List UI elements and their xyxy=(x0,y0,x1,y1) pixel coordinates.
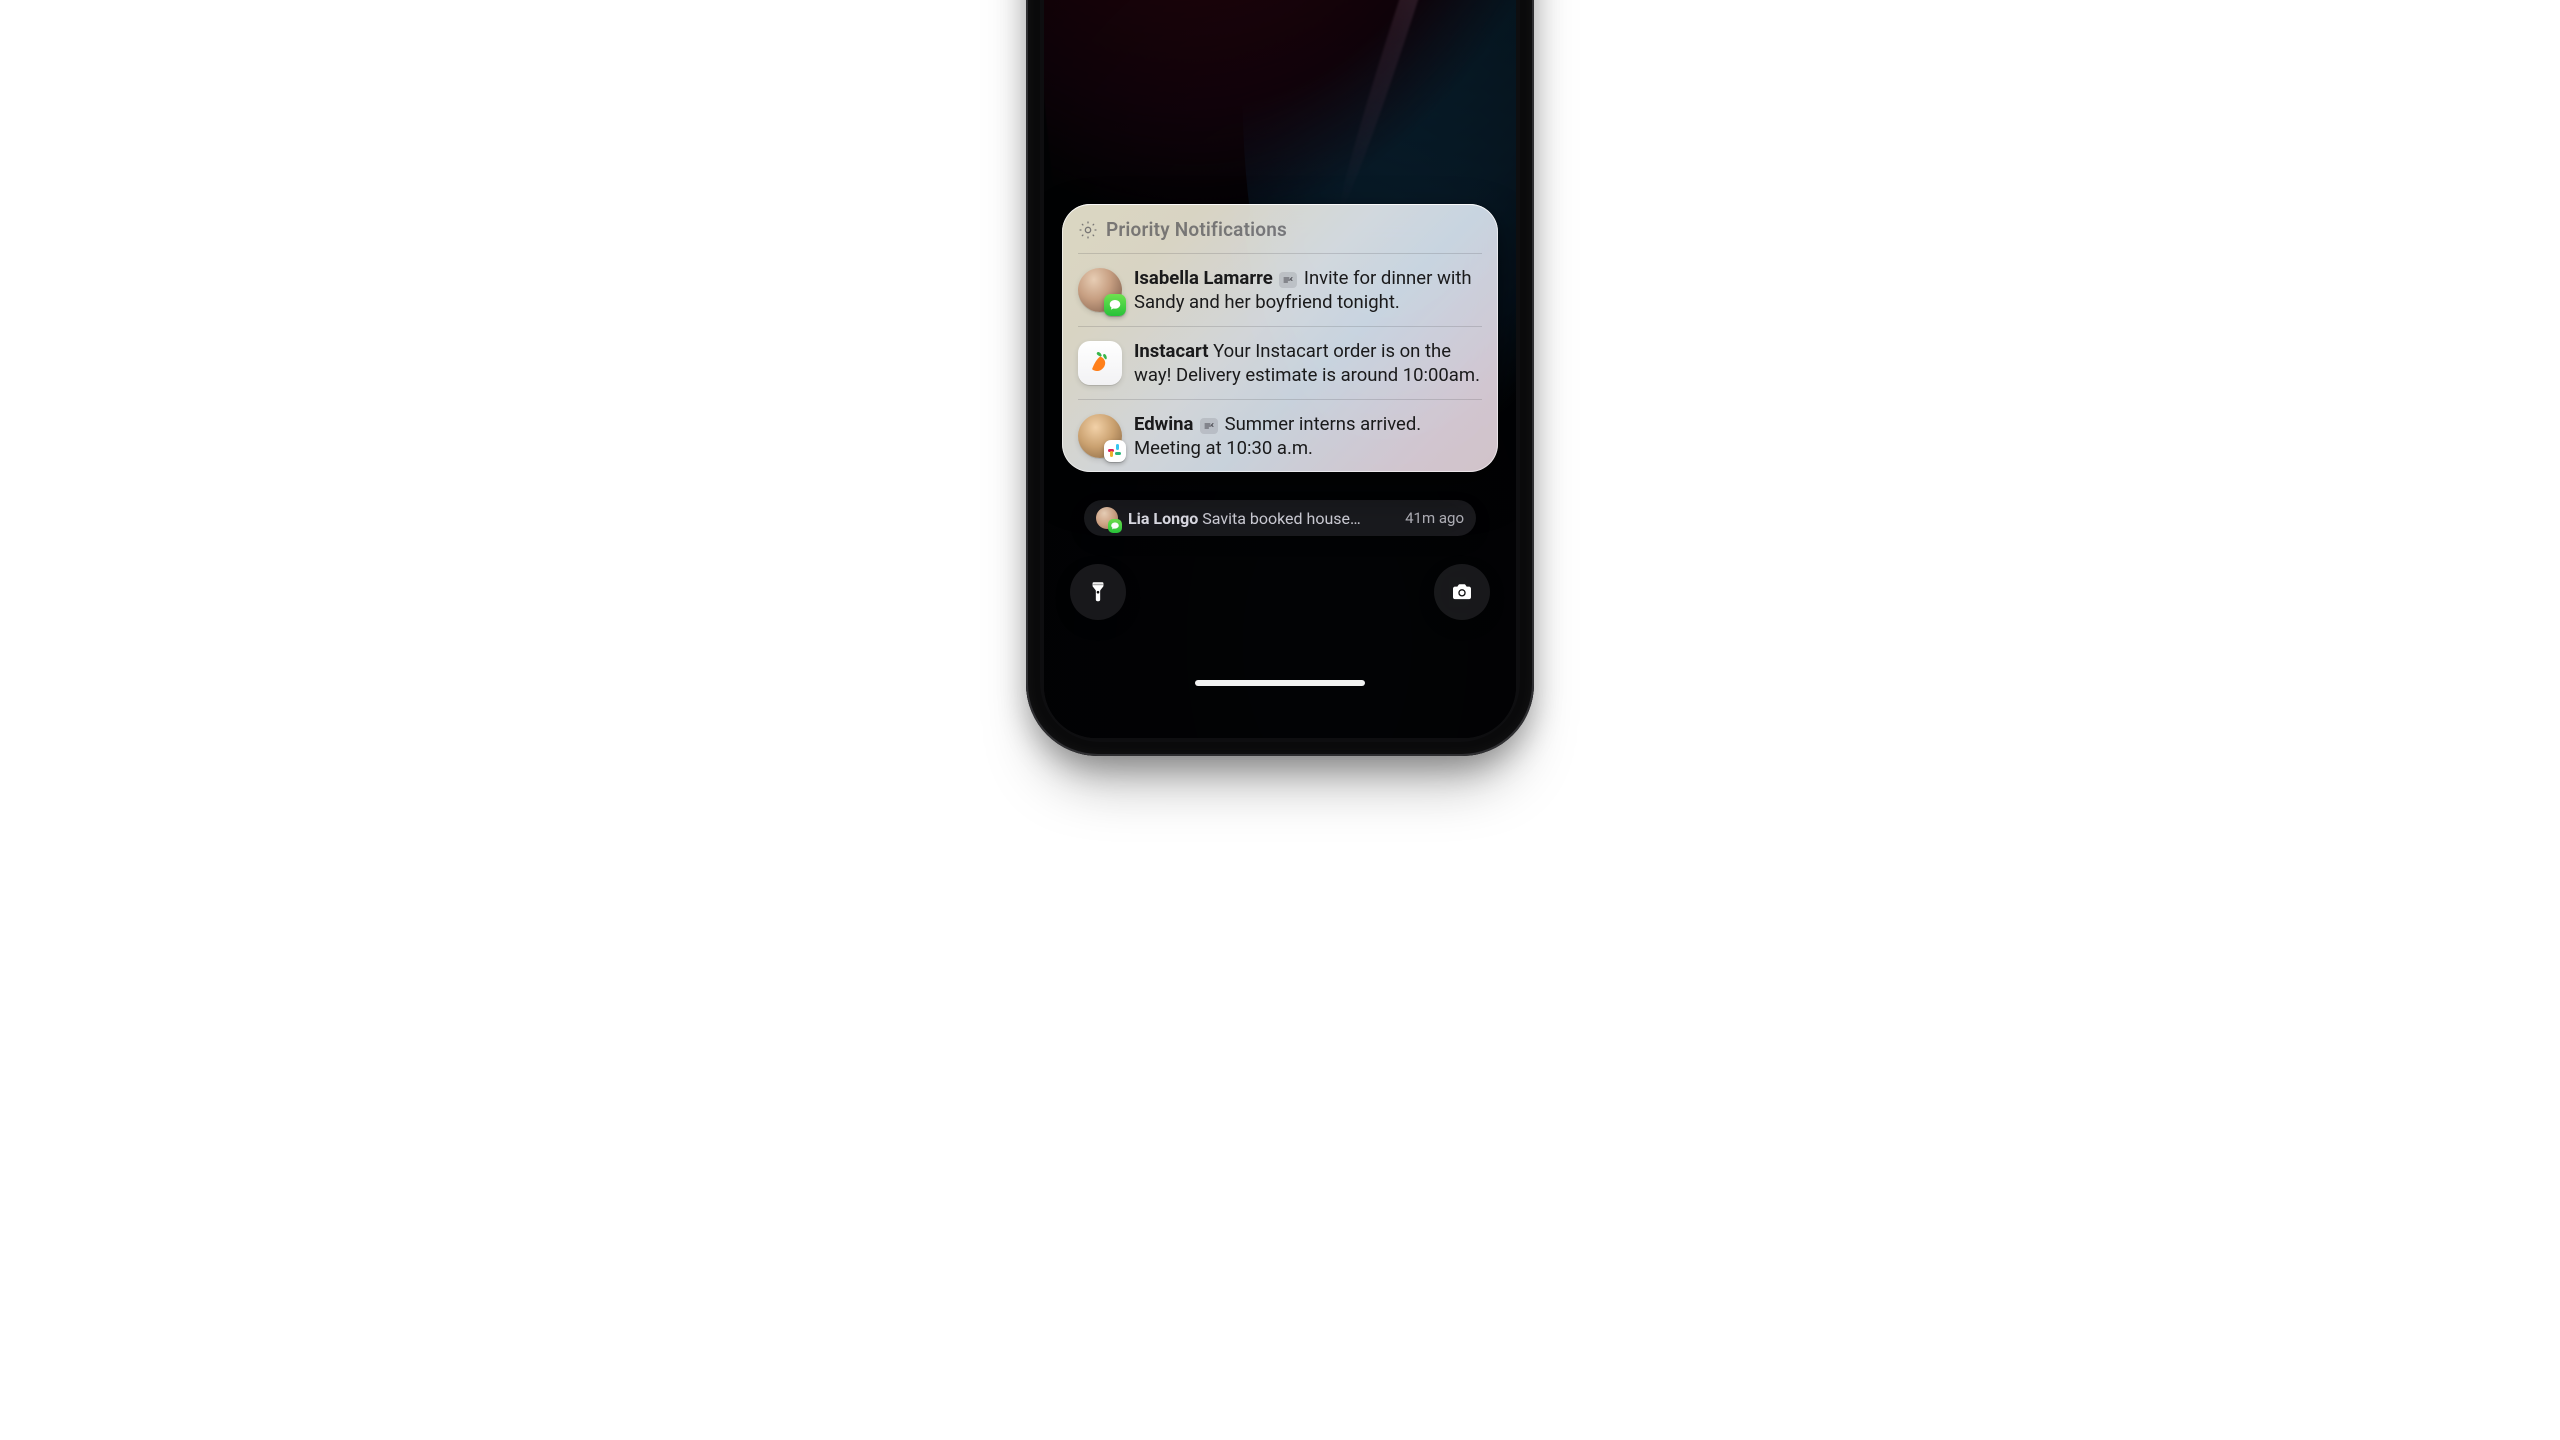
lockscreen-quick-actions xyxy=(1070,564,1490,620)
avatar xyxy=(1078,268,1122,312)
avatar xyxy=(1078,341,1122,385)
priority-notifications-header[interactable]: Priority Notifications xyxy=(1062,204,1498,253)
summarize-icon xyxy=(1279,272,1297,288)
camera-button[interactable] xyxy=(1434,564,1490,620)
camera-icon xyxy=(1449,579,1475,605)
stage: Priority Notifications Isabella Lamarre xyxy=(0,0,2560,1440)
phone-device: Priority Notifications Isabella Lamarre xyxy=(1026,0,1534,756)
avatar xyxy=(1096,507,1118,529)
notification-text: Lia Longo Savita booked house… xyxy=(1128,509,1395,528)
home-indicator[interactable] xyxy=(1195,680,1365,686)
messages-badge-icon xyxy=(1104,294,1126,316)
sender-name: Edwina xyxy=(1134,413,1193,435)
notification-item-edwina[interactable]: Edwina Summer interns arrived. Meeting a… xyxy=(1062,400,1498,472)
slack-badge-icon xyxy=(1104,440,1126,462)
messages-badge-icon xyxy=(1108,519,1122,533)
phone-mid-frame: Priority Notifications Isabella Lamarre xyxy=(1040,0,1520,742)
avatar xyxy=(1078,414,1122,458)
sender-name: Isabella Lamarre xyxy=(1134,267,1273,289)
priority-notifications-title: Priority Notifications xyxy=(1106,218,1287,241)
flashlight-button[interactable] xyxy=(1070,564,1126,620)
notification-item-isabella[interactable]: Isabella Lamarre Invite for dinner with … xyxy=(1062,254,1498,326)
flashlight-icon xyxy=(1085,579,1111,605)
notification-item-instacart[interactable]: Instacart Your Instacart order is on the… xyxy=(1062,327,1498,399)
notification-text: Edwina Summer interns arrived. Meeting a… xyxy=(1134,412,1482,460)
notification-item-peek[interactable]: Lia Longo Savita booked house… 41m ago xyxy=(1084,500,1476,536)
priority-gear-icon xyxy=(1078,220,1098,240)
priority-notifications-card[interactable]: Priority Notifications Isabella Lamarre xyxy=(1062,204,1498,472)
sender-name: Instacart xyxy=(1134,340,1208,362)
sender-name: Lia Longo xyxy=(1128,509,1198,528)
notification-text: Instacart Your Instacart order is on the… xyxy=(1134,339,1482,387)
instacart-app-icon xyxy=(1078,341,1122,385)
phone-screen: Priority Notifications Isabella Lamarre xyxy=(1044,0,1516,738)
notification-time: 41m ago xyxy=(1405,509,1464,527)
summarize-icon xyxy=(1200,418,1218,434)
notification-text: Isabella Lamarre Invite for dinner with … xyxy=(1134,266,1482,314)
notification-message: Savita booked house… xyxy=(1202,509,1361,528)
